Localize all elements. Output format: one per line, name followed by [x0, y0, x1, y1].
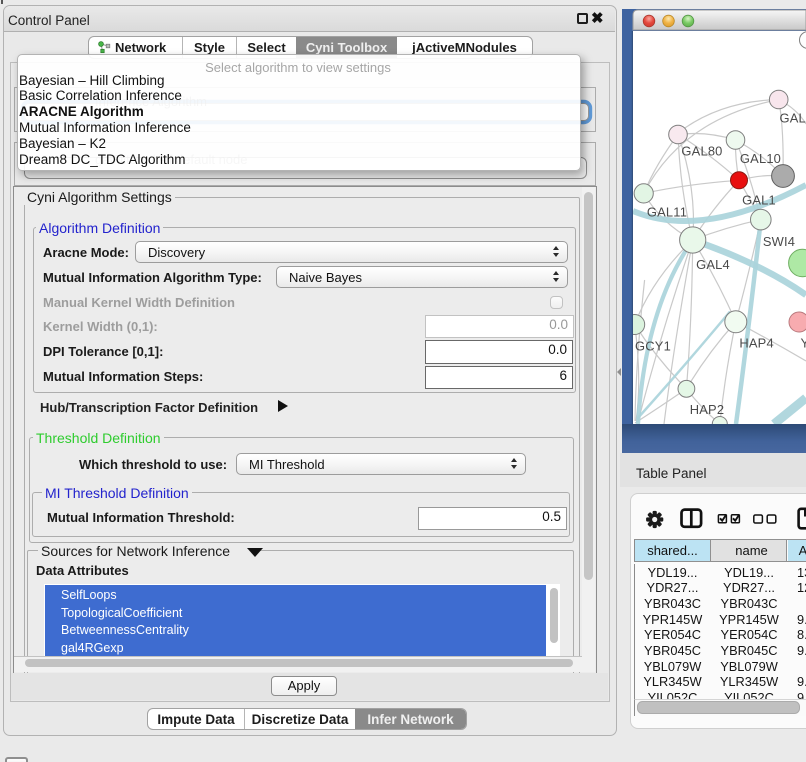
- svg-text:GAL4: GAL4: [696, 257, 730, 272]
- svg-text:SWI4: SWI4: [763, 234, 795, 249]
- svg-text:HAP4: HAP4: [739, 336, 773, 351]
- svg-text:Y: Y: [801, 336, 806, 351]
- svg-text:GAL80: GAL80: [681, 144, 722, 159]
- svg-text:GAL11: GAL11: [647, 204, 687, 219]
- svg-text:GAL10: GAL10: [740, 151, 781, 166]
- svg-text:GCY1: GCY1: [635, 339, 671, 354]
- svg-text:GAL: GAL: [780, 110, 806, 125]
- svg-text:HAP2: HAP2: [690, 402, 724, 417]
- svg-text:GAL1: GAL1: [742, 192, 776, 207]
